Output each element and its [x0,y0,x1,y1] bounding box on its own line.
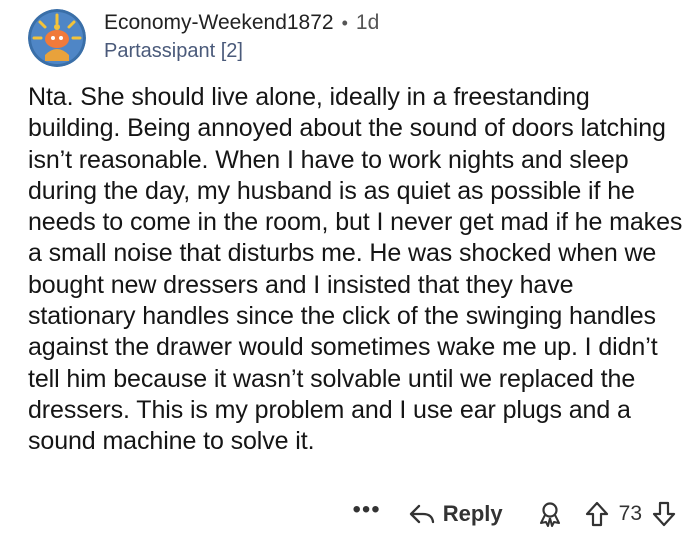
reply-label: Reply [442,501,503,526]
user-flair: Partassipant [2] [104,40,243,62]
reply-arrow-icon [409,504,434,524]
comment-actions: ••• Reply 73 [353,495,677,533]
username-link[interactable]: Economy-Weekend1872 [104,10,334,36]
comment-body: Nta. She should live alone, ideally in a… [28,83,683,456]
reply-button[interactable]: Reply [409,501,503,527]
meta-top-row: Economy-Weekend1872 • 1d [104,10,379,36]
award-button[interactable] [537,501,563,527]
separator-dot: • [341,13,348,33]
downvote-arrow-icon[interactable] [652,501,676,527]
comment-meta: Economy-Weekend1872 • 1d Partassipant [2… [104,10,379,64]
comment-age: 1d [355,11,380,34]
vote-controls: 73 [585,501,676,527]
vote-count: 73 [618,502,642,525]
snoo-avatar-icon [28,9,86,67]
user-avatar[interactable] [28,9,86,67]
comment-header: Economy-Weekend1872 • 1d Partassipant [2… [28,8,379,68]
upvote-arrow-icon[interactable] [585,501,609,527]
award-icon [539,502,560,527]
more-options-button[interactable]: ••• [353,498,381,528]
comment: Economy-Weekend1872 • 1d Partassipant [2… [0,0,700,536]
